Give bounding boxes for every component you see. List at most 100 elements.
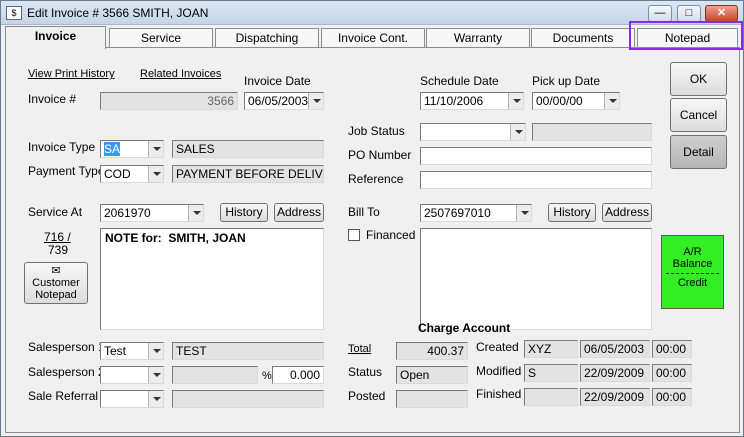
bill-to-value: 2507697010 [424,206,491,220]
cancel-button[interactable]: Cancel [670,98,727,132]
invoice-type-description: SALES [172,140,324,158]
pickup-date-field[interactable]: 00/00/00 [532,92,620,110]
ar-balance-line2: Balance [672,258,713,270]
salesperson2-name [172,366,258,384]
invoice-type-code: SA [104,142,121,156]
tab-documents[interactable]: Documents [531,28,635,48]
job-status-label: Job Status [348,124,405,138]
reference-input[interactable] [420,171,652,189]
job-status-select[interactable] [420,123,526,141]
bill-to-address-button[interactable]: Address [602,203,652,222]
notes-counter-bottom: 739 [48,243,69,257]
salesperson2-select[interactable] [100,366,164,384]
chevron-down-icon[interactable] [148,391,163,407]
percent-symbol: % [262,370,272,382]
chevron-down-icon[interactable] [510,124,525,140]
invoice-type-select[interactable]: SA [100,140,164,158]
chevron-down-icon[interactable] [148,141,163,157]
calendar-dropdown-icon[interactable] [604,93,619,109]
created-by: XYZ [524,340,578,358]
service-history-button[interactable]: History [220,203,268,222]
calendar-dropdown-icon[interactable] [508,93,523,109]
edit-invoice-window: $ Edit Invoice # 3566 SMITH, JOAN — □ ✕ … [0,0,744,437]
detail-button[interactable]: Detail [670,135,727,169]
calendar-dropdown-icon[interactable] [308,93,323,109]
chevron-down-icon[interactable] [148,166,163,182]
charge-account-heading: Charge Account [418,321,511,335]
chevron-down-icon[interactable] [516,205,531,221]
customer-notepad-button[interactable]: ✉ Customer Notepad [24,262,88,304]
created-date: 06/05/2003 [580,340,650,358]
payment-type-select[interactable]: COD [100,165,164,183]
created-time: 00:00 [652,340,692,358]
bill-to-label: Bill To [348,205,380,219]
sale-referral-select[interactable] [100,390,164,408]
window-title: Edit Invoice # 3566 SMITH, JOAN [27,6,209,20]
chevron-down-icon[interactable] [148,367,163,383]
service-at-value: 2061970 [104,206,151,220]
maximize-icon[interactable]: □ [677,5,701,22]
bill-to-history-button[interactable]: History [548,203,596,222]
service-address-button[interactable]: Address [274,203,324,222]
invoice-date-field[interactable]: 06/05/2003 [244,92,324,110]
payment-type-label: Payment Type [28,164,105,178]
sale-referral-label: Sale Referral [28,389,99,403]
minimize-icon[interactable]: — [648,5,672,22]
invoice-date-value: 06/05/2003 [248,94,309,108]
bill-to-notes-textarea[interactable] [420,228,652,330]
bill-to-select[interactable]: 2507697010 [420,204,532,222]
modified-date: 22/09/2009 [580,364,650,382]
schedule-date-value: 11/10/2006 [424,94,484,108]
envelope-icon: ✉ [51,265,61,277]
invoice-type-label: Invoice Type [28,140,96,154]
pickup-date-value: 00/00/00 [536,94,583,108]
tab-warranty[interactable]: Warranty [426,28,530,48]
notes-counter-top: 716 / [44,230,71,244]
modified-by: S [524,364,578,382]
invoice-date-label: Invoice Date [244,74,311,88]
credit-label: Credit [677,277,708,289]
ar-balance-credit-button[interactable]: A/R Balance Credit [661,235,724,309]
chevron-down-icon[interactable] [188,205,203,221]
salesperson1-code: Test [104,344,127,358]
salesperson1-label: Salesperson 1 [28,340,105,354]
reference-label: Reference [348,172,404,186]
status-label: Status [348,365,383,379]
tab-invoice[interactable]: Invoice [5,26,106,49]
salesperson2-label: Salesperson 2 [28,365,105,379]
chevron-down-icon[interactable] [148,343,163,359]
finished-label: Finished [476,387,522,401]
posted-value [396,390,468,408]
tab-invoice-cont[interactable]: Invoice Cont. [321,28,425,48]
service-at-select[interactable]: 2061970 [100,204,204,222]
pickup-date-label: Pick up Date [532,74,601,88]
sale-referral-name [172,390,324,408]
ok-button[interactable]: OK [670,62,727,96]
schedule-date-field[interactable]: 11/10/2006 [420,92,524,110]
tab-service[interactable]: Service [109,28,213,48]
po-number-label: PO Number [348,148,412,162]
salesperson1-select[interactable]: Test [100,342,164,360]
finished-by [524,388,578,406]
salesperson2-percent-input[interactable]: 0.000 [272,366,324,384]
financed-checkbox[interactable] [348,229,360,241]
invoice-panel: View Print History Related Invoices Invo… [5,47,740,433]
modified-time: 00:00 [652,364,692,382]
related-invoices-link[interactable]: Related Invoices [140,68,221,80]
view-print-history-link[interactable]: View Print History [28,68,115,80]
total-link[interactable]: Total [348,343,371,355]
title-bar[interactable]: $ Edit Invoice # 3566 SMITH, JOAN — □ ✕ [1,1,743,25]
po-number-input[interactable] [420,147,652,165]
tab-notepad[interactable]: Notepad [637,28,738,48]
close-icon[interactable]: ✕ [705,5,738,22]
tab-dispatching[interactable]: Dispatching [215,28,319,48]
service-at-label: Service At [28,205,83,219]
payment-type-code: COD [104,167,131,181]
schedule-date-label: Schedule Date [420,74,499,88]
service-notes-textarea[interactable]: NOTE for: SMITH, JOAN [100,228,324,330]
posted-label: Posted [348,389,386,403]
finished-time: 00:00 [652,388,692,406]
finished-date: 22/09/2009 [580,388,650,406]
salesperson1-name: TEST [172,342,324,360]
status-value: Open [396,366,468,384]
